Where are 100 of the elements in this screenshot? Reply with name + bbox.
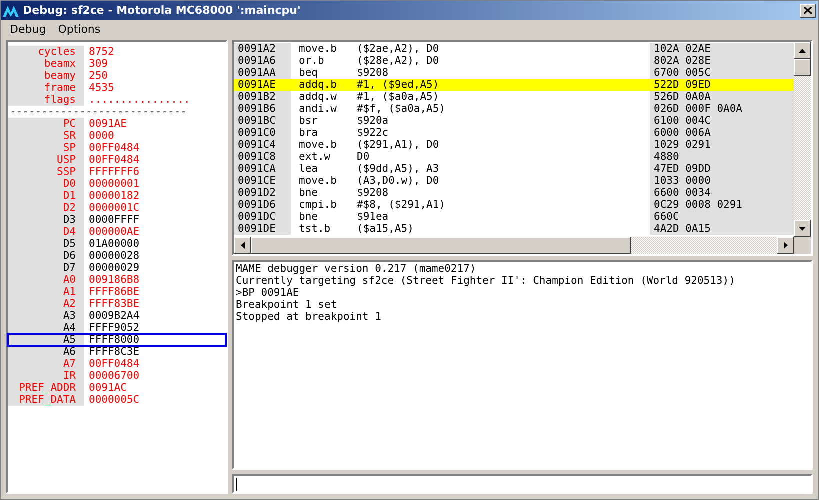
- mnemonic-cell-text: ext.w: [298, 151, 332, 163]
- register-value[interactable]: 009186B8: [84, 274, 140, 286]
- register-value[interactable]: 309: [84, 58, 108, 70]
- register-value[interactable]: 000000AE: [84, 226, 140, 238]
- opcode-bytes-cell: 1029 0291: [650, 139, 794, 151]
- command-input-field[interactable]: [232, 474, 813, 494]
- register-value[interactable]: 4535: [84, 82, 114, 94]
- vertical-scrollbar[interactable]: [794, 42, 811, 237]
- register-name: PREF_ADDR: [8, 382, 84, 394]
- opcode-bytes-cell: 526D 0A0A: [650, 91, 794, 103]
- opcode-bytes-cell: 802A 028E: [650, 55, 794, 67]
- scroll-right-button[interactable]: [777, 237, 794, 254]
- register-name: D7: [8, 262, 84, 274]
- register-value[interactable]: 0091AE: [84, 118, 127, 130]
- register-name: frame: [8, 82, 84, 94]
- operands-cell-text: ($291,A1), D0: [357, 139, 440, 151]
- register-name: SP: [8, 142, 84, 154]
- register-name: A5: [8, 334, 84, 346]
- address-cell: 0091BC: [234, 115, 291, 127]
- close-button[interactable]: [800, 4, 816, 18]
- opcode-bytes-cell: 6100 004C: [650, 115, 794, 127]
- register-value[interactable]: FFFFFFF6: [84, 166, 140, 178]
- register-value[interactable]: 00000001: [84, 178, 140, 190]
- register-name: A4: [8, 322, 84, 334]
- register-value[interactable]: 0009B2A4: [84, 310, 140, 322]
- address-cell: 0091A6: [234, 55, 291, 67]
- close-icon: [804, 7, 812, 14]
- register-value[interactable]: 8752: [84, 46, 114, 58]
- opcode-bytes-cell: 026D 000F 0A0A: [650, 103, 794, 115]
- opcode-bytes-cell: 6700 005C: [650, 67, 794, 79]
- opcode-bytes-cell: 102A 02AE: [650, 43, 794, 55]
- register-value[interactable]: 00000028: [84, 250, 140, 262]
- console-line: MAME debugger version 0.217 (mame0217): [236, 263, 478, 275]
- register-name: D0: [8, 178, 84, 190]
- operands-cell-text: #$8, ($291,A1): [357, 199, 447, 211]
- register-name: A7: [8, 358, 84, 370]
- mnemonic-cell-text: addq.w: [298, 91, 338, 103]
- operands-cell-text: (A3,D0.w), D0: [357, 175, 440, 187]
- register-name: SR: [8, 130, 84, 142]
- register-value[interactable]: 00FF0484: [84, 142, 140, 154]
- address-cell: 0091C4: [234, 139, 291, 151]
- operands-cell-text: $920a: [357, 115, 390, 127]
- register-name: cycles: [8, 46, 84, 58]
- operands-cell-text: $9208: [357, 67, 390, 79]
- console-line: Currently targeting sf2ce (Street Fighter II': Champion Edition (World 920513)): [236, 275, 736, 287]
- register-value[interactable]: 00FF0484: [84, 358, 140, 370]
- register-name: A2: [8, 298, 84, 310]
- address-cell: 0091CE: [234, 175, 291, 187]
- register-value[interactable]: 250: [84, 70, 108, 82]
- address-cell: 0091B2: [234, 91, 291, 103]
- menu-item[interactable]: Debug: [4, 22, 52, 36]
- register-value[interactable]: FFFF8C3E: [84, 346, 140, 358]
- menu-item[interactable]: Options: [52, 22, 107, 36]
- left-arrow-icon: [240, 242, 244, 249]
- register-value[interactable]: 01A00000: [84, 238, 140, 250]
- address-cell: 0091A2: [234, 43, 291, 55]
- register-value[interactable]: FFFF83BE: [84, 298, 140, 310]
- register-name: A6: [8, 346, 84, 358]
- address-cell: 0091C8: [234, 151, 291, 163]
- register-value[interactable]: 0000FFFF: [84, 214, 140, 226]
- register-name: A0: [8, 274, 84, 286]
- register-value[interactable]: FFFF86BE: [84, 286, 140, 298]
- register-value[interactable]: 0091AC: [84, 382, 127, 394]
- operands-cell-text: $922c: [357, 127, 390, 139]
- address-cell: 0091DE: [234, 223, 291, 235]
- scroll-up-button[interactable]: [794, 42, 811, 59]
- mnemonic-cell-text: cmpi.b: [298, 199, 338, 211]
- register-value[interactable]: ................: [84, 94, 190, 106]
- scroll-down-button[interactable]: [794, 220, 811, 237]
- register-value[interactable]: 0000: [84, 130, 114, 142]
- scroll-left-button[interactable]: [234, 237, 251, 254]
- register-value[interactable]: FFFF8000: [84, 334, 140, 346]
- opcode-bytes-cell: 660C: [650, 211, 794, 223]
- operands-cell-text: ($9dd,A5), A3: [357, 163, 440, 175]
- register-value[interactable]: 00000182: [84, 190, 140, 202]
- horizontal-scrollbar[interactable]: [234, 237, 811, 254]
- register-name: flags: [8, 94, 84, 106]
- register-value[interactable]: 0000005C: [84, 394, 140, 406]
- register-name: IR: [8, 370, 84, 382]
- register-name: D5: [8, 238, 84, 250]
- mnemonic-cell-text: or.b: [298, 55, 326, 67]
- opcode-bytes-cell: 0C29 0008 0291: [650, 199, 794, 211]
- register-name: beamy: [8, 70, 84, 82]
- register-value[interactable]: 00006700: [84, 370, 140, 382]
- scroll-thumb[interactable]: [794, 59, 811, 76]
- console-line: Breakpoint 1 set: [236, 299, 338, 311]
- register-value[interactable]: 0000001C: [84, 202, 140, 214]
- right-arrow-icon: [784, 242, 788, 249]
- scrollbar-corner: [794, 237, 811, 254]
- register-value[interactable]: FFFF9052: [84, 322, 140, 334]
- mnemonic-cell-text: tst.b: [298, 223, 332, 235]
- mnemonic-cell-text: addq.b: [298, 79, 338, 91]
- mnemonic-cell-text: lea: [298, 163, 319, 175]
- register-name: SSP: [8, 166, 84, 178]
- register-name: D2: [8, 202, 84, 214]
- register-value[interactable]: 00FF0484: [84, 154, 140, 166]
- register-value[interactable]: 00000029: [84, 262, 140, 274]
- scroll-thumb[interactable]: [251, 237, 631, 254]
- register-name: PC: [8, 118, 84, 130]
- register-name: beamx: [8, 58, 84, 70]
